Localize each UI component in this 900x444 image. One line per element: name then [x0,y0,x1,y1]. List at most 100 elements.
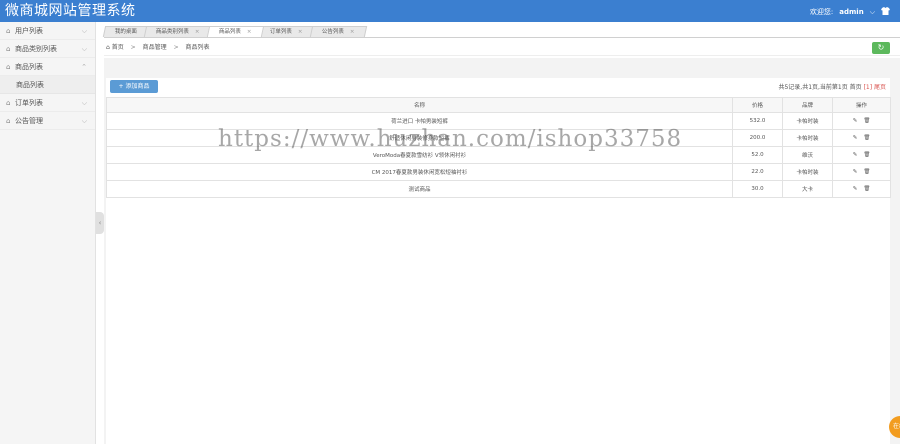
main-content: + 添加商品 共5记录,共1页,当前第1页 首页 [1] 尾页 名称 价格 品牌… [104,58,900,444]
table-row: 荷兰进口 卡帕男装短裤 532.0 卡帕时装 ✎ 🗑 [106,112,891,130]
chevron-down-icon: ⌵ [81,27,87,35]
shirt-icon[interactable] [881,7,890,17]
cell-actions: ✎ 🗑 [832,129,891,147]
cell-price: 532.0 [732,112,783,130]
breadcrumb: ⌂ 首页 > 商品管理 > 商品列表 ↻ [104,40,900,56]
breadcrumb-level2: 商品列表 [185,44,210,51]
cell-brand: 维沃 [782,146,833,164]
tab-divider [104,37,900,38]
delete-icon[interactable]: 🗑 [863,186,870,192]
delete-icon[interactable]: 🗑 [863,118,870,124]
tab-bar: 我的桌面 商品类别列表 × 商品列表 × 订单列表 × 公告列表 × [102,26,367,37]
tab-label: 订单列表 [270,29,293,35]
product-table: 名称 价格 品牌 操作 荷兰进口 卡帕男装短裤 532.0 卡帕时装 ✎ 🗑 舒适… [106,97,891,198]
home-icon: ⌂ [106,44,110,51]
username[interactable]: admin [839,8,863,16]
cell-price: 200.0 [732,129,783,147]
home-icon: ⌂ [6,99,11,107]
tab-label: 公告列表 [321,29,344,35]
home-icon: ⌂ [6,63,11,71]
table-row: CM 2017春夏款男装休闲宽松短袖衬衫 22.0 卡帕时装 ✎ 🗑 [106,163,891,181]
cell-actions: ✎ 🗑 [832,112,891,130]
pager-summary: 共5记录,共1页,当前第1页 首页 [778,84,864,91]
breadcrumb-separator: > [173,44,179,51]
edit-icon[interactable]: ✎ [853,135,858,141]
cell-actions: ✎ 🗑 [832,146,891,164]
sidebar-item-label: 商品列表 [15,63,43,71]
cell-name: 舒适休闲男装修身款短裤 [106,129,733,147]
cell-name: VeroModa春夏款雪纺衫 V领休闲衬衫 [106,146,733,164]
sidebar-item-label: 订单列表 [15,99,43,107]
sidebar-item-label: 商品类别列表 [15,45,57,53]
column-header-price: 价格 [732,97,783,113]
sidebar-item-users[interactable]: ⌂ 用户列表 ⌵ [0,22,95,40]
sidebar-item-categories[interactable]: ⌂ 商品类别列表 ⌵ [0,40,95,58]
welcome-label: 欢迎您: [809,8,834,16]
tab-notice-list[interactable]: 公告列表 × [309,26,367,37]
close-icon[interactable]: × [298,29,303,35]
cell-actions: ✎ 🗑 [832,180,891,198]
cell-actions: ✎ 🗑 [832,163,891,181]
tab-category-list[interactable]: 商品类别列表 × [143,26,212,37]
sidebar-item-label: 公告管理 [15,117,43,125]
cell-brand: 卡帕时装 [782,163,833,181]
tab-order-list[interactable]: 订单列表 × [258,26,316,37]
user-menu[interactable]: 欢迎您: admin ⌵ [810,7,890,17]
table-row: 测试商品 30.0 大卡 ✎ 🗑 [106,180,891,198]
cell-price: 22.0 [732,163,783,181]
table-row: VeroModa春夏款雪纺衫 V领休闲衬衫 52.0 维沃 ✎ 🗑 [106,146,891,164]
top-header: 微商城网站管理系统 欢迎您: admin ⌵ [0,0,900,22]
table-row: 舒适休闲男装修身款短裤 200.0 卡帕时装 ✎ 🗑 [106,129,891,147]
refresh-button[interactable]: ↻ [872,42,890,54]
breadcrumb-home[interactable]: 首页 [112,44,124,51]
pagination-info: 共5记录,共1页,当前第1页 首页 [1] 尾页 [778,82,886,91]
tab-label: 商品类别列表 [155,29,189,35]
breadcrumb-level1[interactable]: 商品管理 [143,44,167,51]
cell-name: 荷兰进口 卡帕男装短裤 [106,112,733,130]
app-title: 微商城网站管理系统 [5,3,136,19]
home-icon: ⌂ [6,27,11,35]
tab-product-list[interactable]: 商品列表 × [206,26,264,37]
delete-icon[interactable]: 🗑 [863,169,870,175]
table-header-row: 名称 价格 品牌 操作 [106,97,891,113]
pager-last-link[interactable]: 尾页 [872,84,886,91]
chevron-up-icon: ⌃ [81,63,87,71]
close-icon[interactable]: × [247,29,252,35]
column-header-actions: 操作 [832,97,891,113]
breadcrumb-separator: > [130,44,136,51]
delete-icon[interactable]: 🗑 [863,152,870,158]
tab-label: 商品列表 [218,29,241,35]
delete-icon[interactable]: 🗑 [863,135,870,141]
sidebar-item-products[interactable]: ⌂ 商品列表 ⌃ [0,58,95,76]
tab-label: 我的桌面 [114,29,137,35]
edit-icon[interactable]: ✎ [853,118,858,124]
column-header-brand: 品牌 [782,97,833,113]
cell-brand: 卡帕时装 [782,112,833,130]
sidebar-collapse-handle[interactable]: ‹ [96,212,104,234]
refresh-icon: ↻ [877,43,885,52]
product-panel: + 添加商品 共5记录,共1页,当前第1页 首页 [1] 尾页 名称 价格 品牌… [106,78,891,444]
sidebar-subitem-product-list[interactable]: 商品列表 [0,76,95,94]
column-header-name: 名称 [106,97,733,113]
close-icon[interactable]: × [350,29,355,35]
sidebar-item-label: 用户列表 [15,27,43,35]
close-icon[interactable]: × [195,29,200,35]
cell-brand: 大卡 [782,180,833,198]
chevron-down-icon[interactable]: ⌵ [870,8,875,17]
add-product-button[interactable]: + 添加商品 [110,80,158,93]
home-icon: ⌂ [6,117,11,125]
chevron-down-icon: ⌵ [81,45,87,53]
sidebar-item-notices[interactable]: ⌂ 公告管理 ⌵ [0,112,95,130]
sidebar-item-orders[interactable]: ⌂ 订单列表 ⌵ [0,94,95,112]
cell-price: 52.0 [732,146,783,164]
cell-price: 30.0 [732,180,783,198]
sidebar: ⌂ 用户列表 ⌵ ⌂ 商品类别列表 ⌵ ⌂ 商品列表 ⌃ 商品列表 ⌂ 订单列表 ⌵ ⌂… [0,22,96,444]
home-icon: ⌂ [6,45,11,53]
chevron-down-icon: ⌵ [81,117,87,125]
edit-icon[interactable]: ✎ [853,186,858,192]
edit-icon[interactable]: ✎ [853,169,858,175]
tab-desktop[interactable]: 我的桌面 [102,26,150,37]
pager-current-page[interactable]: [1] [864,84,873,91]
edit-icon[interactable]: ✎ [853,152,858,158]
cell-name: 测试商品 [106,180,733,198]
